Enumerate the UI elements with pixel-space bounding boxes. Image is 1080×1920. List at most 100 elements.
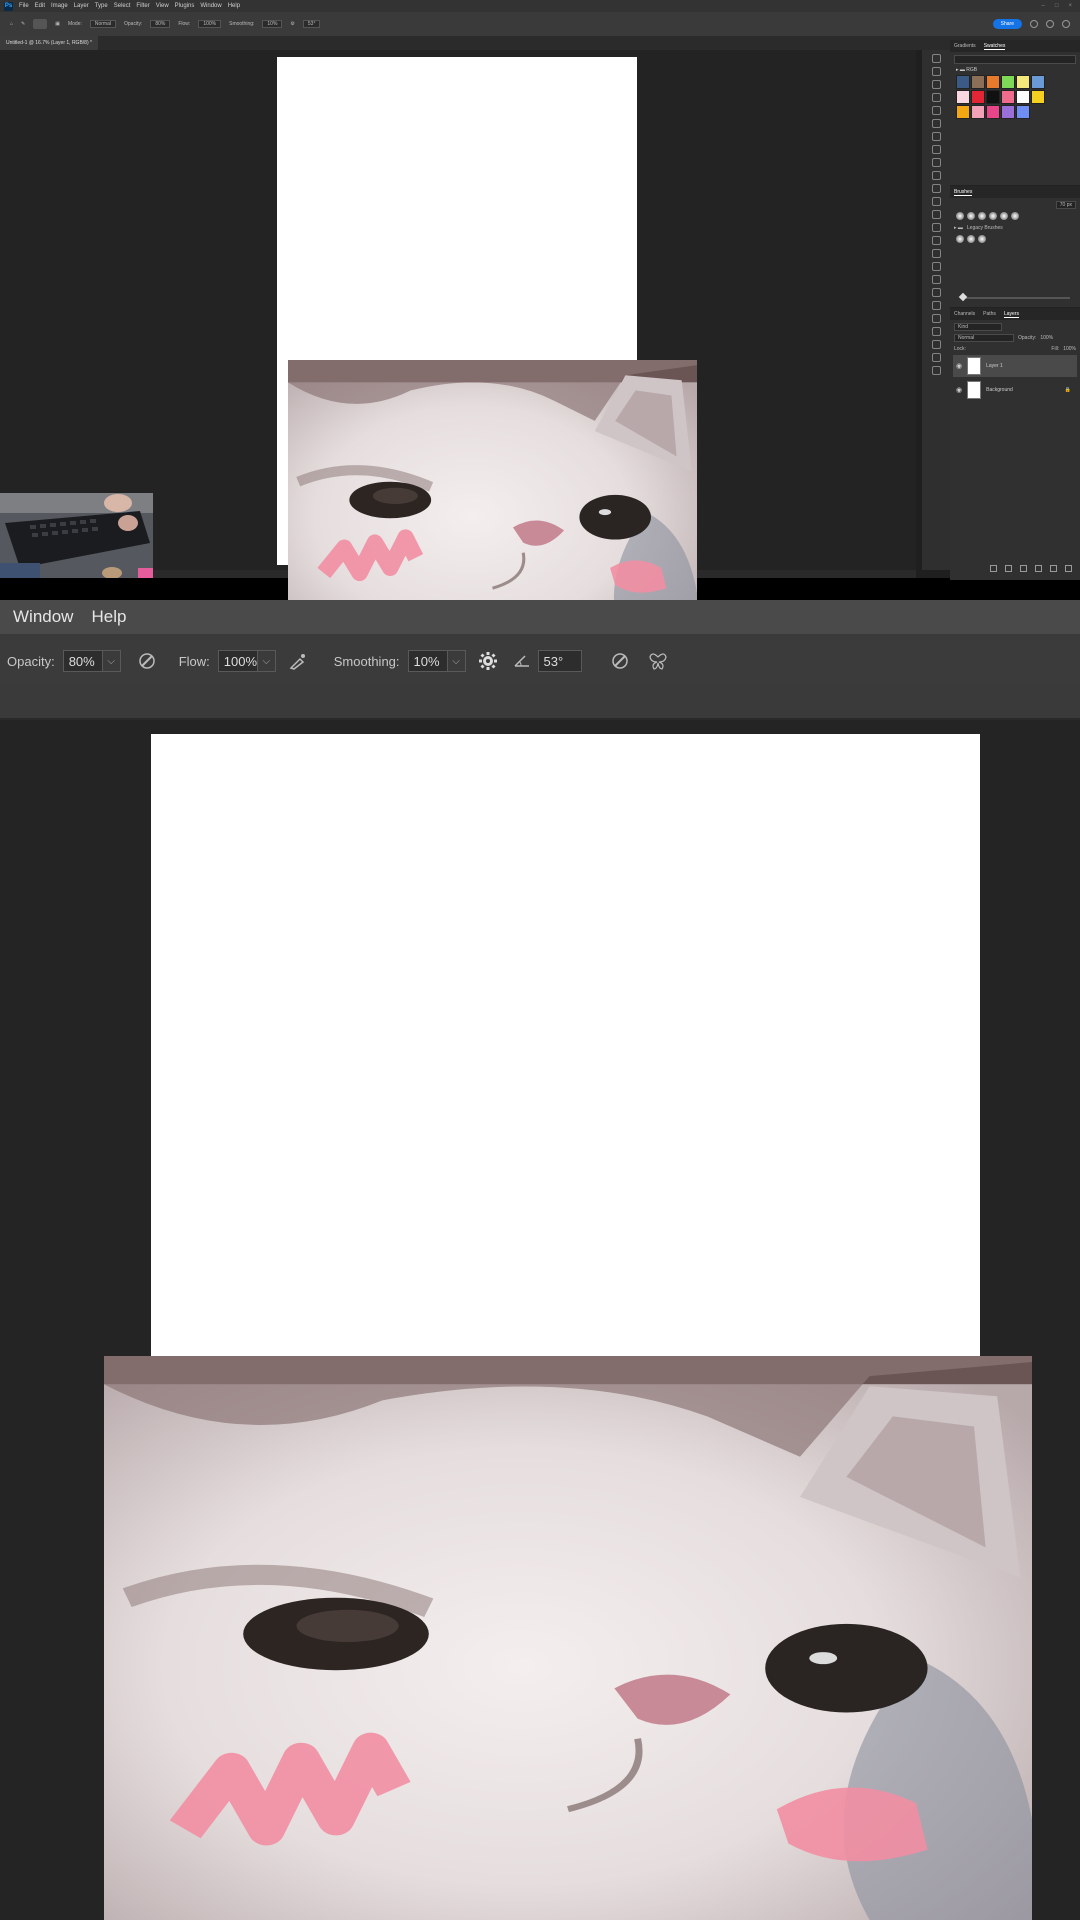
quick-mask-icon[interactable]	[931, 353, 941, 362]
document-tab[interactable]: Untitled-1 @ 16.7% (Layer 1, RGB/8) *	[0, 36, 98, 50]
link-layers-icon[interactable]	[990, 565, 997, 572]
brush-preset[interactable]	[1011, 212, 1019, 220]
layer-opacity-field[interactable]: 100%	[1040, 335, 1053, 341]
swatches-search-input[interactable]	[954, 55, 1076, 64]
minimize-icon[interactable]: –	[1042, 3, 1045, 9]
pressure-size-icon[interactable]	[608, 649, 632, 673]
new-layer-icon[interactable]	[1065, 565, 1072, 572]
eraser-tool-icon[interactable]	[931, 197, 941, 206]
brush-preset[interactable]	[956, 235, 964, 243]
group-icon[interactable]	[1050, 565, 1057, 572]
share-button[interactable]: Share	[992, 19, 1022, 29]
brush-settings-icon[interactable]: ▣	[55, 21, 60, 27]
flow-dropdown-chevron-icon[interactable]: ⌵	[257, 650, 276, 672]
layer-kind-select[interactable]: Kind	[954, 322, 1002, 331]
eyedropper-tool-icon[interactable]	[931, 132, 941, 141]
brush-folder[interactable]: ▸ ▬ Legacy Brushes	[954, 223, 1076, 232]
layer-row-layer-1[interactable]: ◉ Layer 1	[953, 355, 1077, 377]
visibility-eye-icon[interactable]: ◉	[956, 386, 962, 394]
menu-item-help[interactable]: Help	[228, 3, 240, 9]
crop-tool-icon[interactable]	[931, 106, 941, 115]
brush-preset[interactable]	[978, 235, 986, 243]
smoothing-gear-icon[interactable]	[476, 649, 500, 673]
symmetry-butterfly-icon[interactable]	[646, 649, 670, 673]
layer-row-background[interactable]: ◉ Background 🔒	[953, 379, 1077, 401]
brush-preset[interactable]	[989, 212, 997, 220]
angle-field[interactable]: 53°	[537, 650, 582, 672]
smoothing-field-small[interactable]: 10%	[262, 20, 283, 28]
brush-preset-picker[interactable]	[33, 19, 48, 29]
color-swatch[interactable]	[986, 105, 1000, 119]
type-tool-icon[interactable]	[931, 262, 941, 271]
smoothing-dropdown-chevron-icon[interactable]: ⌵	[447, 650, 466, 672]
opacity-field[interactable]: 80%	[62, 650, 103, 672]
move-tool-icon[interactable]	[931, 54, 941, 63]
menu-item-help-zoomed[interactable]: Help	[91, 607, 126, 627]
pressure-opacity-icon[interactable]	[135, 649, 159, 673]
zoom-tool-icon[interactable]	[931, 314, 941, 323]
menu-item-plugins[interactable]: Plugins	[175, 3, 195, 9]
help-icon[interactable]	[1046, 20, 1054, 28]
menu-item-window-zoomed[interactable]: Window	[13, 607, 73, 627]
brush-preset[interactable]	[978, 212, 986, 220]
flow-field-small[interactable]: 100%	[198, 20, 222, 28]
tab-swatches[interactable]: Swatches	[983, 43, 1006, 50]
color-swatch[interactable]	[986, 75, 1000, 89]
color-swatch[interactable]	[1031, 90, 1045, 104]
color-swatch[interactable]	[1001, 75, 1015, 89]
color-swatch[interactable]	[986, 90, 1000, 104]
brush-preset[interactable]	[1000, 212, 1008, 220]
lasso-tool-icon[interactable]	[931, 80, 941, 89]
frame-tool-icon[interactable]	[931, 119, 941, 128]
mode-select[interactable]: Normal	[89, 20, 116, 28]
path-select-tool-icon[interactable]	[931, 275, 941, 284]
hand-tool-icon[interactable]	[931, 301, 941, 310]
menu-item-layer[interactable]: Layer	[74, 3, 89, 9]
brush-preset[interactable]	[956, 212, 964, 220]
brush-preset[interactable]	[967, 212, 975, 220]
color-swatch[interactable]	[1001, 90, 1015, 104]
maximize-icon[interactable]: □	[1055, 3, 1059, 9]
menu-item-filter[interactable]: Filter	[136, 3, 149, 9]
menu-item-view[interactable]: View	[156, 3, 169, 9]
color-swatch[interactable]	[956, 105, 970, 119]
blend-mode-select[interactable]: Normal	[954, 333, 1014, 342]
healing-tool-icon[interactable]	[931, 145, 941, 154]
swatch-folder[interactable]: ▸ ▬ RGB	[956, 67, 1074, 73]
gear-icon[interactable]: ⚙	[290, 21, 294, 27]
opacity-field-small[interactable]: 80%	[150, 20, 171, 28]
tab-paths[interactable]: Paths	[983, 311, 996, 317]
tab-brushes[interactable]: Brushes	[954, 189, 973, 196]
blur-tool-icon[interactable]	[931, 223, 941, 232]
dodge-tool-icon[interactable]	[931, 236, 941, 245]
brush-tool-icon-panel[interactable]	[931, 158, 941, 167]
close-icon[interactable]: ×	[1068, 3, 1072, 9]
shape-tool-icon[interactable]	[931, 288, 941, 297]
menu-item-type[interactable]: Type	[95, 3, 108, 9]
pen-tool-icon[interactable]	[931, 249, 941, 258]
canvas-zoomed[interactable]	[151, 734, 980, 1356]
stamp-tool-icon[interactable]	[931, 171, 941, 180]
color-swatch[interactable]	[956, 75, 970, 89]
mask-icon[interactable]	[1020, 565, 1027, 572]
screen-mode-icon[interactable]	[931, 366, 941, 375]
visibility-eye-icon[interactable]: ◉	[956, 362, 962, 370]
workspace-icon[interactable]	[1062, 20, 1070, 28]
color-swatch[interactable]	[1016, 105, 1030, 119]
menu-item-file[interactable]: File	[19, 3, 29, 9]
smoothing-field[interactable]: 10%	[407, 650, 448, 672]
marquee-tool-icon[interactable]	[931, 67, 941, 76]
tab-gradients[interactable]: Gradients	[954, 43, 976, 49]
menu-item-edit[interactable]: Edit	[35, 3, 45, 9]
gradient-tool-icon[interactable]	[931, 210, 941, 219]
color-swatch[interactable]	[1001, 105, 1015, 119]
flow-field[interactable]: 100%	[217, 650, 258, 672]
menu-item-select[interactable]: Select	[114, 3, 131, 9]
home-icon[interactable]: ⌂	[10, 21, 13, 27]
fx-icon[interactable]	[1005, 565, 1012, 572]
brush-preview-slider[interactable]	[960, 297, 1070, 299]
color-swatch[interactable]	[971, 90, 985, 104]
history-brush-tool-icon[interactable]	[931, 184, 941, 193]
tab-layers[interactable]: Layers	[1003, 311, 1019, 318]
brush-size-field[interactable]: 70 px	[1055, 200, 1076, 209]
